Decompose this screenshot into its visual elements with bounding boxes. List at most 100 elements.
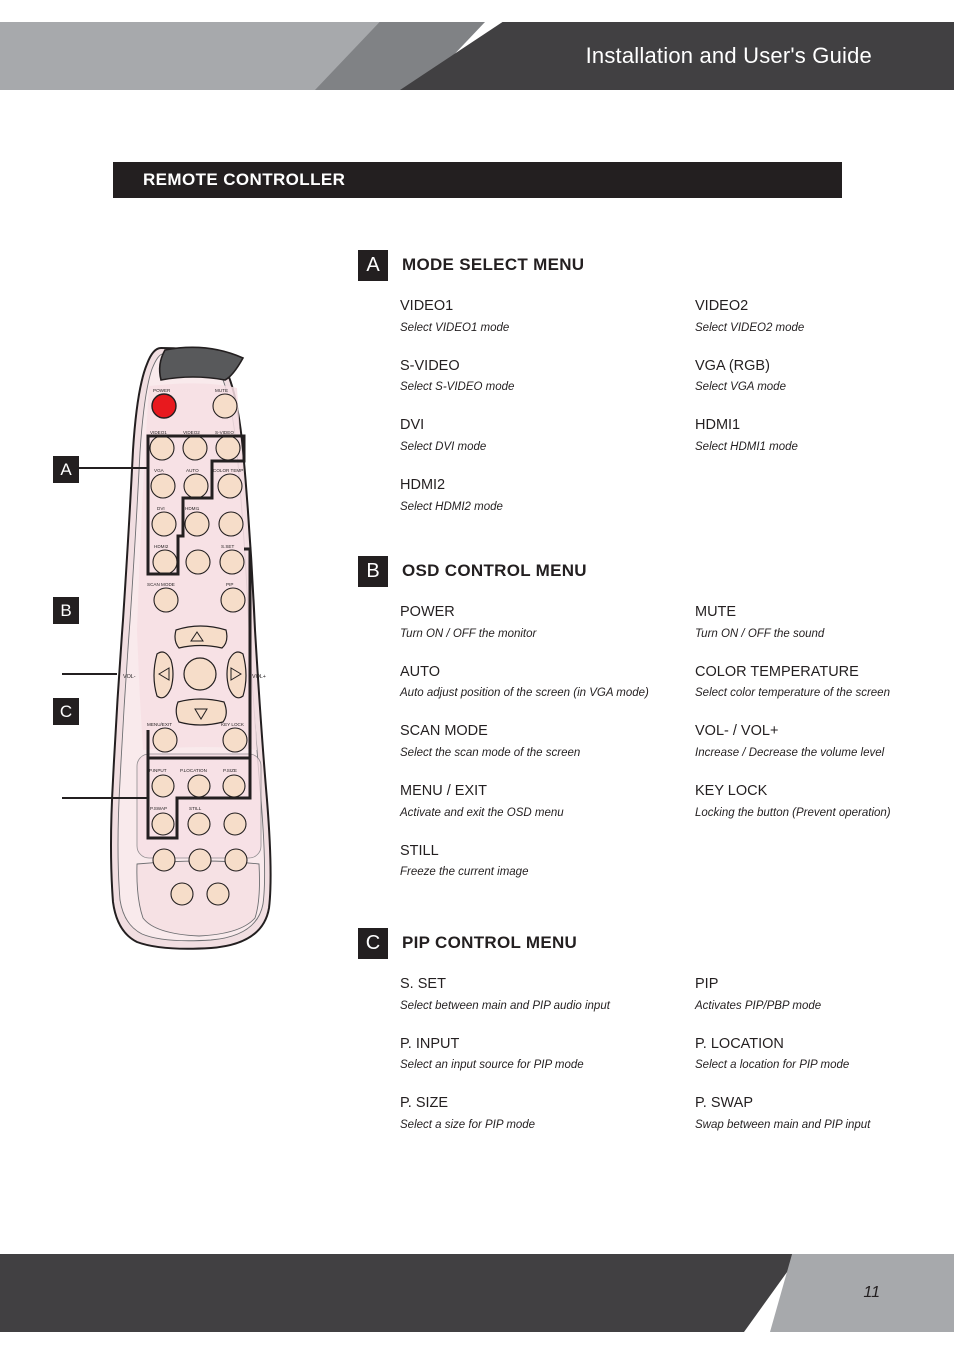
remote-button-menu-exit[interactable]: [152, 727, 178, 753]
item-desc: Activates PIP/PBP mode: [695, 999, 822, 1012]
list-item: PIP Activates PIP/PBP mode: [695, 975, 954, 1014]
list-item: SCAN MODE Select the scan mode of the sc…: [400, 722, 662, 761]
mode-select-group: A MODE SELECT MENU VIDEO1 Select VIDEO1 …: [358, 249, 918, 513]
remote-button-p-swap[interactable]: [151, 812, 175, 836]
item-desc: Select HDMI1 mode: [695, 440, 798, 453]
item-name: P. LOCATION: [695, 1035, 784, 1052]
list-item: S. SET Select between main and PIP audio…: [400, 975, 662, 1014]
list-item: HDMI2 Select HDMI2 mode: [400, 476, 662, 515]
item-desc: Freeze the current image: [400, 866, 529, 879]
remote-label-video2: VIDEO2: [183, 430, 200, 435]
osd-control-badge: B: [358, 555, 388, 587]
remote-button-unlabeled-3[interactable]: [223, 812, 247, 836]
remote-button-vga[interactable]: [150, 473, 176, 499]
list-item: AUTO Auto adjust position of the screen …: [400, 663, 662, 702]
remote-button-unlabeled-8[interactable]: [206, 882, 230, 906]
remote-button-auto[interactable]: [183, 473, 209, 499]
remote-button-unlabeled-2[interactable]: [185, 549, 211, 575]
item-desc: Select color temperature of the screen: [695, 687, 890, 700]
item-desc: Auto adjust position of the screen (in V…: [400, 687, 649, 700]
remote-button-unlabeled-1[interactable]: [218, 511, 244, 537]
remote-button-scan-mode[interactable]: [153, 587, 179, 613]
remote-button-pip[interactable]: [220, 587, 246, 613]
list-item: MUTE Turn ON / OFF the sound: [695, 603, 954, 642]
page-footer: 11: [0, 1254, 954, 1332]
remote-label-key-lock: KEY LOCK: [221, 722, 245, 727]
item-name: S. SET: [400, 976, 446, 992]
item-desc: Select the scan mode of the screen: [400, 746, 581, 759]
remote-button-unlabeled-5[interactable]: [188, 848, 212, 872]
osd-control-title: OSD CONTROL MENU: [402, 561, 587, 580]
remote-button-hdmi1[interactable]: [184, 511, 210, 537]
osd-control-right-column: MUTE Turn ON / OFF the sound COLOR TEMPE…: [695, 603, 954, 842]
item-name: S-VIDEO: [400, 357, 460, 374]
item-desc: Select a size for PIP mode: [400, 1118, 536, 1131]
item-name: VIDEO1: [400, 298, 454, 314]
footer-band-light: [770, 1254, 954, 1332]
item-name: HDMI1: [695, 417, 741, 434]
item-name: MUTE: [695, 604, 737, 620]
remote-label-hdmi2: HDMI2: [154, 544, 169, 549]
list-item: P. SWAP Swap between main and PIP input: [695, 1094, 954, 1133]
remote-button-still[interactable]: [187, 812, 211, 836]
remote-button-unlabeled-6[interactable]: [224, 848, 248, 872]
item-name: COLOR TEMPERATURE: [695, 663, 859, 680]
item-desc: Select between main and PIP audio input: [400, 999, 610, 1012]
header-title: Installation and User's Guide: [585, 43, 872, 68]
mode-select-left-column: VIDEO1 Select VIDEO1 mode S-VIDEO Select…: [400, 297, 662, 536]
remote-button-up[interactable]: [174, 625, 228, 649]
remote-button-dvi[interactable]: [151, 511, 177, 537]
remote-label-menu-exit: MENU/EXIT: [147, 722, 172, 727]
remote-button-p-size[interactable]: [222, 774, 246, 798]
remote-button-mute[interactable]: [212, 393, 238, 419]
callout-b: B: [53, 597, 79, 624]
remote-button-color-temp[interactable]: [217, 473, 243, 499]
remote-button-video1[interactable]: [149, 435, 175, 461]
callout-c: C: [53, 698, 79, 725]
list-item: STILL Freeze the current image: [400, 842, 662, 881]
list-item: VOL- / VOL+ Increase / Decrease the volu…: [695, 722, 954, 761]
item-name: PIP: [695, 976, 719, 992]
remote-button-hdmi2[interactable]: [152, 549, 178, 575]
mode-select-title: MODE SELECT MENU: [402, 255, 585, 274]
remote-button-s-set[interactable]: [219, 549, 245, 575]
page-header: Installation and User's Guide: [0, 22, 954, 90]
remote-label-dvi: DVI: [157, 506, 165, 511]
item-desc: Select VIDEO1 mode: [400, 321, 510, 334]
item-name: P. INPUT: [400, 1035, 460, 1052]
remote-label-vga: VGA: [154, 468, 165, 473]
remote-button-p-location[interactable]: [187, 774, 211, 798]
pip-control-right-column: PIP Activates PIP/PBP mode P. LOCATION S…: [695, 975, 954, 1154]
remote-label-power: POWER: [153, 388, 171, 393]
item-name: VOL- / VOL+: [695, 723, 779, 740]
remote-label-pip: PIP: [226, 582, 233, 587]
item-desc: Increase / Decrease the volume level: [695, 746, 885, 759]
list-item: P. SIZE Select a size for PIP mode: [400, 1094, 662, 1133]
remote-label-p-location: P.LOCATION: [180, 768, 207, 773]
remote-button-unlabeled-4[interactable]: [152, 848, 176, 872]
mode-select-badge: A: [358, 249, 388, 281]
list-item: S-VIDEO Select S-VIDEO mode: [400, 357, 662, 396]
page-number: 11: [863, 1284, 880, 1301]
item-desc: Turn ON / OFF the monitor: [400, 627, 537, 640]
remote-button-svideo[interactable]: [215, 435, 241, 461]
remote-button-power[interactable]: [151, 393, 177, 419]
list-item: VGA (RGB) Select VGA mode: [695, 357, 954, 396]
remote-label-p-input: P.INPUT: [149, 768, 167, 773]
pip-control-group: C PIP CONTROL MENU S. SET Select between…: [358, 927, 918, 1147]
mode-select-columns: VIDEO1 Select VIDEO1 mode S-VIDEO Select…: [358, 297, 918, 517]
pip-control-columns: S. SET Select between main and PIP audio…: [358, 975, 918, 1155]
remote-button-key-lock[interactable]: [222, 727, 248, 753]
remote-button-unlabeled-7[interactable]: [170, 882, 194, 906]
item-desc: Locking the button (Prevent operation): [695, 806, 891, 819]
list-item: P. LOCATION Select a location for PIP mo…: [695, 1035, 954, 1074]
section-title: REMOTE CONTROLLER: [143, 170, 346, 189]
remote-button-enter[interactable]: [183, 657, 217, 691]
item-name: DVI: [400, 417, 425, 434]
item-name: MENU / EXIT: [400, 782, 488, 799]
remote-button-p-input[interactable]: [151, 774, 175, 798]
list-item: P. INPUT Select an input source for PIP …: [400, 1035, 662, 1074]
list-item: POWER Turn ON / OFF the monitor: [400, 603, 662, 642]
remote-label-p-swap: P.SWAP: [150, 806, 167, 811]
remote-button-video2[interactable]: [182, 435, 208, 461]
